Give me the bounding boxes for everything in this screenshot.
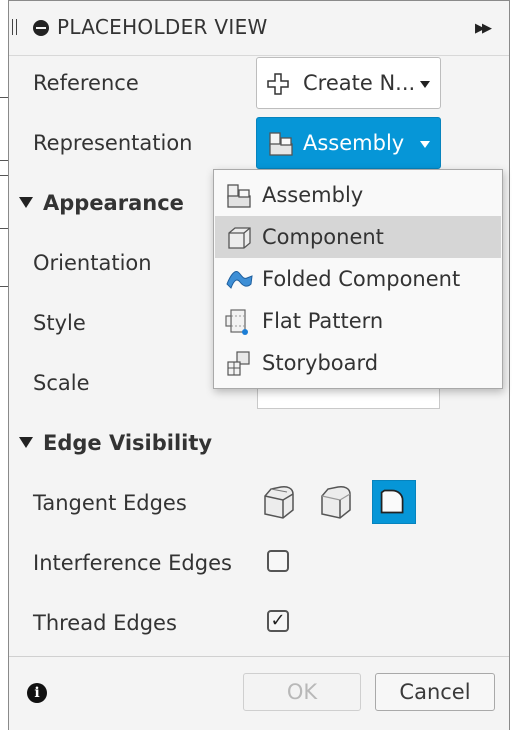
info-icon[interactable]: i [27,683,47,703]
ok-button[interactable]: OK [243,673,361,711]
storyboard-icon [227,351,250,376]
tangent-edges-off-button[interactable] [372,480,416,524]
scale-label: Scale [33,371,90,395]
dialog-title: PLACEHOLDER VIEW [57,15,268,39]
reference-dropdown-value: Create N... [303,71,416,95]
menu-item-label: Component [262,225,384,249]
chevron-down-icon [420,81,430,88]
reference-dropdown[interactable]: Create N... [256,57,441,109]
stop-command-icon[interactable] [33,20,49,36]
menu-item-component[interactable]: Component [215,216,501,258]
collapse-triangle-icon [19,196,33,208]
menu-item-label: Assembly [262,183,364,207]
flat-pattern-icon [225,309,248,335]
interference-edges-checkbox[interactable] [267,550,289,572]
representation-dropdown[interactable]: Assembly [256,117,441,169]
orientation-label: Orientation [33,251,152,275]
canvas-edge [0,0,8,734]
chevron-down-icon [420,141,430,148]
menu-item-storyboard[interactable]: Storyboard [215,342,501,384]
appearance-section-header[interactable]: Appearance [19,189,184,217]
menu-item-assembly[interactable]: Assembly [215,174,501,216]
representation-menu: Assembly Component Folded Component Flat… [213,169,503,389]
collapse-triangle-icon [19,436,33,448]
style-label: Style [33,311,86,335]
edge-visibility-section-label: Edge Visibility [43,431,213,455]
thread-edges-checkbox[interactable]: ✓ [267,610,289,632]
drag-grip-icon[interactable] [12,19,17,35]
expand-panel-icon[interactable]: ▶▶ [475,21,492,36]
menu-item-flat-pattern[interactable]: Flat Pattern [215,300,501,342]
edge-visibility-section-header[interactable]: Edge Visibility [19,429,212,457]
title-bar[interactable]: PLACEHOLDER VIEW ▶▶ [9,1,509,56]
tangent-edges-dim-button[interactable] [314,480,358,524]
interference-edges-label: Interference Edges [33,551,232,575]
representation-dropdown-value: Assembly [303,131,405,155]
menu-item-label: Folded Component [262,267,461,291]
representation-label: Representation [33,131,193,155]
menu-item-label: Storyboard [262,351,379,375]
plus-icon [267,73,289,95]
tangent-edges-on-button[interactable] [257,480,301,524]
assembly-icon [227,184,251,208]
tangent-edges-visible-icon [264,486,294,519]
tangent-edges-label: Tangent Edges [33,491,187,515]
folded-component-icon [226,271,253,289]
component-icon [228,227,251,249]
menu-item-label: Flat Pattern [262,309,384,333]
reference-label: Reference [33,71,139,95]
tangent-edges-dimmed-icon [321,486,351,519]
menu-item-folded-component[interactable]: Folded Component [215,258,501,300]
thread-edges-label: Thread Edges [33,611,177,635]
appearance-section-label: Appearance [43,191,184,215]
tangent-edges-hidden-icon [380,489,404,514]
assembly-icon [269,132,293,156]
cancel-button[interactable]: Cancel [375,673,495,711]
